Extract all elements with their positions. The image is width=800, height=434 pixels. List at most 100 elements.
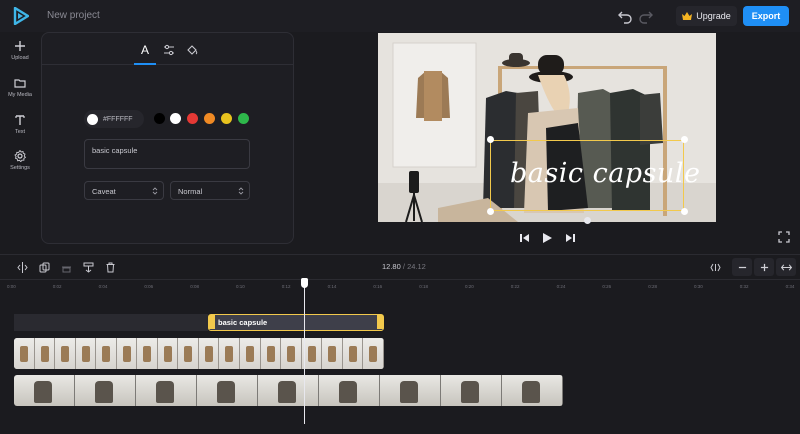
play-icon[interactable] xyxy=(540,231,554,245)
image-thumbnail xyxy=(178,338,199,369)
app-logo-icon[interactable] xyxy=(13,7,29,25)
undo-icon[interactable] xyxy=(617,8,633,24)
plus-icon xyxy=(15,41,25,51)
text-clip-label: basic capsule xyxy=(218,318,268,327)
minus-icon xyxy=(738,266,746,268)
zoom-in-button[interactable] xyxy=(754,258,774,276)
plus-icon xyxy=(760,263,768,271)
text-clip[interactable]: basic capsule xyxy=(208,314,384,331)
swatch-black[interactable] xyxy=(154,113,165,124)
project-title[interactable]: New project xyxy=(47,10,100,21)
tab-style[interactable] xyxy=(158,41,180,59)
ruler-tick-label: 0:32 xyxy=(739,284,749,289)
ruler-tick-label: 0:34 xyxy=(785,284,795,289)
swatch-white[interactable] xyxy=(170,113,181,124)
sidebar-item-text[interactable]: Text xyxy=(0,114,40,135)
align-button[interactable] xyxy=(80,260,96,275)
video-thumbnail xyxy=(441,375,502,406)
video-clip-track[interactable] xyxy=(14,375,563,406)
image-thumbnail xyxy=(342,338,364,369)
image-thumbnail xyxy=(157,338,179,369)
ruler-tick-label: 0:04 xyxy=(98,284,108,289)
swatch-green[interactable] xyxy=(238,113,249,124)
image-clip-track[interactable] xyxy=(14,338,384,369)
swatch-yellow[interactable] xyxy=(221,113,232,124)
split-button[interactable] xyxy=(14,260,30,275)
font-weight-select[interactable]: Normal xyxy=(170,181,250,200)
upgrade-button[interactable]: Upgrade xyxy=(676,6,737,26)
video-thumbnail xyxy=(258,375,319,406)
image-thumbnail xyxy=(137,338,158,369)
ruler-tick-label: 0:10 xyxy=(236,284,245,289)
folder-icon xyxy=(14,79,26,88)
redo-icon[interactable] xyxy=(638,8,654,24)
resize-handle-top-left[interactable] xyxy=(487,136,494,143)
sidebar-item-label: My Media xyxy=(8,92,32,98)
video-thumbnail xyxy=(136,375,197,406)
tab-fill[interactable] xyxy=(181,41,203,59)
timeline-ruler[interactable] xyxy=(0,279,800,291)
swatch-orange[interactable] xyxy=(204,113,215,124)
ruler-tick-label: 0:08 xyxy=(190,284,199,289)
text-selection-box[interactable] xyxy=(490,140,684,211)
video-thumbnail xyxy=(197,375,258,406)
playhead-handle[interactable] xyxy=(301,278,308,288)
image-thumbnail xyxy=(55,338,76,369)
panel-tabs: A xyxy=(42,33,293,65)
text-track-empty[interactable] xyxy=(14,314,208,331)
skip-forward-icon[interactable] xyxy=(563,231,577,245)
video-thumbnail xyxy=(319,375,380,406)
resize-handle-bottom-right[interactable] xyxy=(681,208,688,215)
sidebar-item-label: Upload xyxy=(11,55,29,61)
sidebar-item-settings[interactable]: Settings xyxy=(0,150,40,171)
skip-back-icon[interactable] xyxy=(518,231,532,245)
color-hex-field[interactable]: #FFFFFF xyxy=(84,110,144,128)
video-thumbnail xyxy=(14,375,75,406)
delete-button[interactable] xyxy=(102,260,118,275)
video-thumbnail xyxy=(502,375,563,406)
chevron-updown-icon xyxy=(238,187,244,195)
text-content-input[interactable]: basic capsule xyxy=(84,139,250,169)
ruler-tick-label: 0:16 xyxy=(373,284,383,289)
ruler-tick-label: 0:06 xyxy=(144,284,154,289)
tab-font[interactable]: A xyxy=(134,41,156,65)
clip-trim-handle-right[interactable] xyxy=(377,315,383,329)
fullscreen-icon[interactable] xyxy=(778,231,790,243)
image-thumbnail xyxy=(219,338,241,369)
zoom-out-button[interactable] xyxy=(732,258,752,276)
font-family-select[interactable]: Caveat xyxy=(84,181,164,200)
paint-bucket-icon xyxy=(187,45,198,55)
rotate-handle[interactable] xyxy=(584,217,591,224)
trash-icon xyxy=(106,262,114,273)
text-properties-panel: A #FFFFFF basic capsule Caveat Normal xyxy=(41,32,294,244)
ruler-tick-label: 0:12 xyxy=(281,284,291,289)
expand-timeline-button[interactable] xyxy=(776,258,796,276)
sidebar-item-label: Settings xyxy=(10,165,30,171)
duplicate-button[interactable] xyxy=(36,260,52,275)
resize-handle-bottom-left[interactable] xyxy=(487,208,494,215)
image-thumbnail xyxy=(240,338,261,369)
export-button[interactable]: Export xyxy=(743,6,789,26)
color-row: #FFFFFF xyxy=(84,110,144,128)
image-thumbnail xyxy=(260,338,282,369)
image-thumbnail xyxy=(75,338,97,369)
crown-icon xyxy=(682,12,693,20)
video-thumbnail xyxy=(75,375,136,406)
playhead-line xyxy=(304,286,305,424)
ruler-tick-label: 0:24 xyxy=(556,284,566,289)
sidebar-item-my-media[interactable]: My Media xyxy=(0,77,40,98)
resize-handle-top-right[interactable] xyxy=(681,136,688,143)
ruler-tick-label: 0:26 xyxy=(602,284,612,289)
image-thumbnail xyxy=(281,338,302,369)
app-header: New project Upgrade Export xyxy=(0,0,800,32)
swatch-red[interactable] xyxy=(187,113,198,124)
ruler-tick-label: 0:22 xyxy=(510,284,520,289)
clip-trim-handle-left[interactable] xyxy=(209,315,215,329)
sidebar-item-upload[interactable]: Upload xyxy=(0,40,40,61)
cut-button[interactable] xyxy=(58,260,74,275)
font-family-value: Caveat xyxy=(92,187,116,196)
fit-timeline-button[interactable] xyxy=(705,258,725,276)
image-thumbnail xyxy=(96,338,117,369)
total-time: 24.12 xyxy=(407,262,426,271)
ruler-tick-label: 0:14 xyxy=(327,284,337,289)
